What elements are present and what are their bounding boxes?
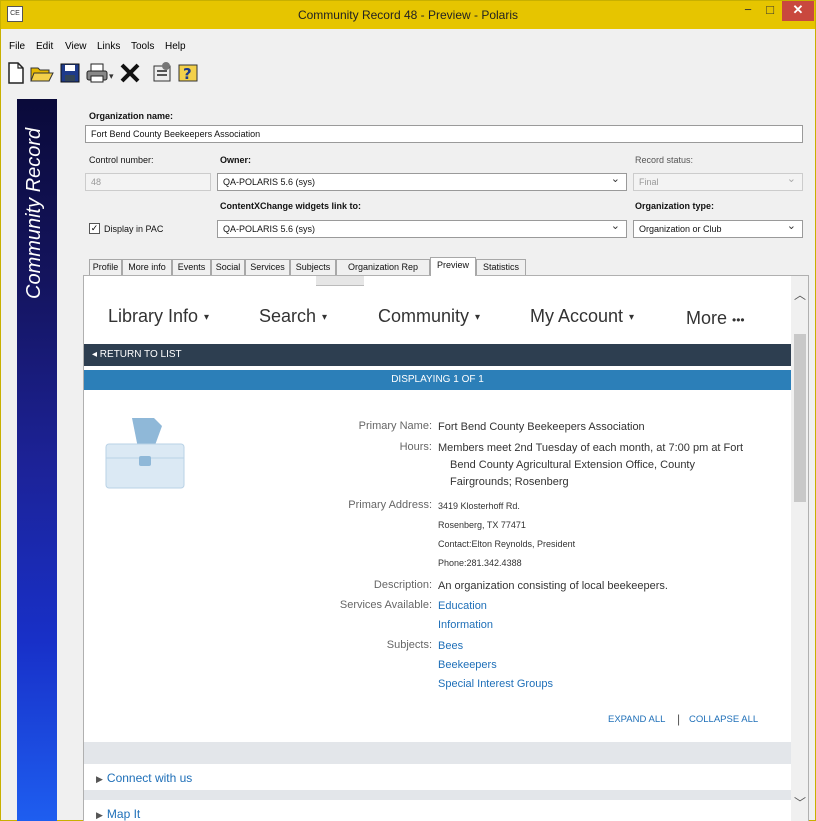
nav-search[interactable]: Search ▾	[259, 306, 327, 327]
banner-title: Community Record	[23, 127, 45, 299]
hours-line-3: Fairgrounds; Rosenberg	[450, 476, 569, 488]
subject-link-beekeepers[interactable]: Beekeepers	[438, 657, 497, 674]
tab-subjects[interactable]: Subjects	[290, 259, 336, 275]
owner-label: Owner:	[220, 155, 252, 165]
caret-down-icon: ▾	[629, 311, 635, 323]
map-accordion[interactable]: ▶ Map It	[84, 800, 791, 821]
connect-accordion[interactable]: ▶ Connect with us	[84, 764, 791, 790]
expand-arrow-icon: ▶	[96, 774, 103, 784]
application-window: CE Community Record 48 - Preview - Polar…	[0, 0, 816, 821]
tab-services[interactable]: Services	[245, 259, 290, 275]
caret-down-icon: ▾	[204, 311, 210, 323]
briefcase-icon	[104, 414, 188, 494]
subject-link-special-interest[interactable]: Special Interest Groups	[438, 676, 553, 693]
display-pac-checkbox[interactable]: ✓	[89, 223, 100, 234]
menu-help[interactable]: Help	[165, 41, 186, 52]
services-label: Services Available:	[339, 599, 432, 611]
display-pac-label: Display in PAC	[104, 224, 164, 234]
connect-label: Connect with us	[106, 771, 193, 785]
pac-nav-bar: Library Info ▾ Search ▾ Community ▾ My Acco…	[84, 296, 791, 344]
preview-scrollbar[interactable]: ︿ ﹀	[791, 276, 808, 821]
hours-line-2: Bend County Agricultural Extension Offic…	[450, 459, 695, 471]
tab-more-info[interactable]: More info	[122, 259, 172, 275]
caret-down-icon: ▾	[322, 311, 328, 323]
close-button[interactable]: ✕	[782, 1, 814, 21]
address-contact: Contact:Elton Reynolds, President	[438, 539, 576, 549]
tab-statistics[interactable]: Statistics	[476, 259, 526, 275]
save-icon[interactable]	[59, 61, 81, 87]
help-icon[interactable]: ?	[177, 61, 199, 87]
return-to-list-link[interactable]: ◂ RETURN TO LIST	[84, 344, 791, 366]
expand-all-link[interactable]: EXPAND ALL	[608, 714, 665, 725]
address-phone: Phone:281.342.4388	[438, 558, 522, 568]
scroll-down-icon[interactable]: ﹀	[794, 794, 806, 811]
contentx-label: ContentXChange widgets link to:	[220, 201, 361, 211]
owner-select[interactable]: QA-POLARIS 5.6 (sys)	[217, 171, 627, 191]
org-type-select[interactable]: Organization or Club	[633, 218, 803, 238]
record-form: Organization name: Fort Bend County Beek…	[65, 97, 815, 257]
service-link-education[interactable]: Education	[438, 598, 487, 615]
org-name-label: Organization name:	[89, 111, 174, 121]
expand-arrow-icon: ▶	[96, 810, 103, 820]
svg-text:?: ?	[183, 65, 192, 83]
properties-icon[interactable]	[151, 61, 173, 87]
svg-text:▾: ▾	[109, 71, 114, 81]
tab-social[interactable]: Social	[211, 259, 245, 275]
more-dots-icon: •••	[732, 313, 745, 327]
delete-icon[interactable]	[119, 61, 141, 87]
drag-handle[interactable]	[316, 276, 364, 286]
window-title: Community Record 48 - Preview - Polaris	[297, 8, 519, 22]
displaying-count: DISPLAYING 1 OF 1	[84, 370, 791, 390]
maximize-button[interactable]: □	[759, 1, 781, 21]
nav-library-info[interactable]: Library Info ▾	[108, 306, 209, 327]
title-bar[interactable]: CE Community Record 48 - Preview - Polar…	[1, 1, 815, 29]
scroll-up-icon[interactable]: ︿	[794, 286, 806, 303]
address-line-2: Rosenberg, TX 77471	[438, 520, 526, 530]
control-number-label: Control number:	[89, 155, 154, 165]
subject-link-bees[interactable]: Bees	[438, 638, 463, 655]
accordion-divider	[84, 790, 791, 800]
org-type-label: Organization type:	[635, 201, 715, 211]
minimize-button[interactable]: −	[737, 1, 759, 21]
hours-line-1: Members meet 2nd Tuesday of each month, …	[438, 442, 744, 454]
tab-preview[interactable]: Preview	[430, 257, 476, 276]
subjects-label: Subjects:	[386, 639, 432, 651]
primary-name-value: Fort Bend County Beekeepers Association	[438, 421, 645, 433]
menu-file[interactable]: File	[9, 41, 25, 52]
nav-my-account[interactable]: My Account ▾	[530, 306, 634, 327]
contentx-select[interactable]: QA-POLARIS 5.6 (sys)	[217, 218, 627, 238]
service-link-information[interactable]: Information	[438, 617, 493, 634]
hours-label: Hours:	[399, 441, 432, 453]
description-label: Description:	[373, 579, 432, 591]
tab-profile[interactable]: Profile	[89, 259, 122, 275]
map-label: Map It	[106, 807, 141, 821]
primary-address-label: Primary Address:	[348, 499, 432, 511]
link-separator: |	[677, 712, 681, 726]
open-folder-icon[interactable]	[29, 61, 55, 87]
record-status-label: Record status:	[635, 155, 694, 165]
menu-edit[interactable]: Edit	[36, 41, 53, 52]
menu-view[interactable]: View	[65, 41, 87, 52]
community-record-banner: Community Record	[17, 99, 57, 821]
menu-tools[interactable]: Tools	[131, 41, 154, 52]
description-value: An organization consisting of local beek…	[438, 580, 668, 592]
org-name-field[interactable]: Fort Bend County Beekeepers Association	[85, 125, 803, 143]
nav-community[interactable]: Community ▾	[378, 306, 480, 327]
caret-down-icon: ▾	[475, 311, 481, 323]
new-icon[interactable]	[7, 61, 25, 87]
toolbar: ▾ ?	[1, 59, 815, 89]
tab-organization-rep[interactable]: Organization Rep	[336, 259, 430, 275]
primary-name-label: Primary Name:	[358, 420, 432, 432]
control-number-field: 48	[85, 173, 211, 191]
section-divider	[84, 742, 791, 764]
collapse-all-link[interactable]: COLLAPSE ALL	[689, 714, 758, 725]
menu-links[interactable]: Links	[97, 41, 120, 52]
record-status-select: Final	[633, 171, 803, 191]
scroll-thumb[interactable]	[794, 334, 806, 502]
print-icon[interactable]: ▾	[85, 61, 115, 87]
preview-panel: Library Info ▾ Search ▾ Community ▾ My Acco…	[83, 275, 809, 821]
address-line-1: 3419 Klosterhoff Rd.	[438, 501, 520, 511]
nav-more[interactable]: More •••	[686, 308, 745, 329]
tab-events[interactable]: Events	[172, 259, 211, 275]
